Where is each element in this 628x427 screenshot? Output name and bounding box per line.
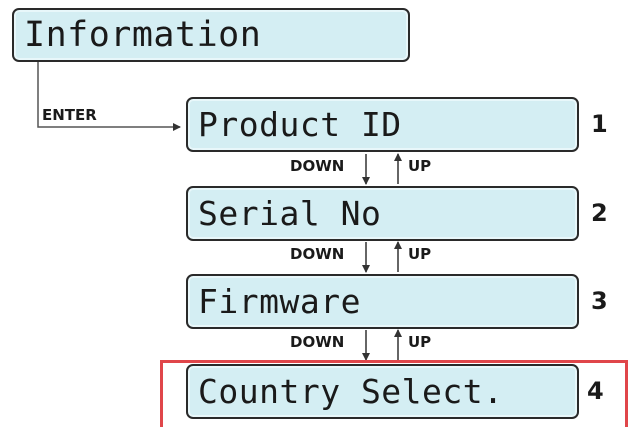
information-menu-box[interactable]: Information <box>12 8 410 62</box>
down-label-3: DOWN <box>290 333 345 351</box>
down-label-2: DOWN <box>290 245 345 263</box>
down-label-1: DOWN <box>290 157 345 175</box>
serial-no-menu-item[interactable]: Serial No <box>186 186 579 241</box>
up-label-1: UP <box>408 157 432 175</box>
product-id-label: Product ID <box>198 105 402 144</box>
item-number-3: 3 <box>591 287 608 315</box>
information-menu-label: Information <box>24 14 262 55</box>
serial-no-label: Serial No <box>198 194 382 233</box>
up-label-3: UP <box>408 333 432 351</box>
product-id-menu-item[interactable]: Product ID <box>186 97 579 152</box>
item-number-2: 2 <box>591 199 608 227</box>
firmware-menu-item[interactable]: Firmware <box>186 274 579 329</box>
item-number-1: 1 <box>591 110 608 138</box>
firmware-label: Firmware <box>198 282 361 321</box>
item-number-4: 4 <box>587 377 604 405</box>
up-label-2: UP <box>408 245 432 263</box>
country-select-menu-item[interactable]: Country Select. <box>186 364 579 419</box>
country-select-label: Country Select. <box>198 372 504 411</box>
enter-label: ENTER <box>42 106 97 124</box>
